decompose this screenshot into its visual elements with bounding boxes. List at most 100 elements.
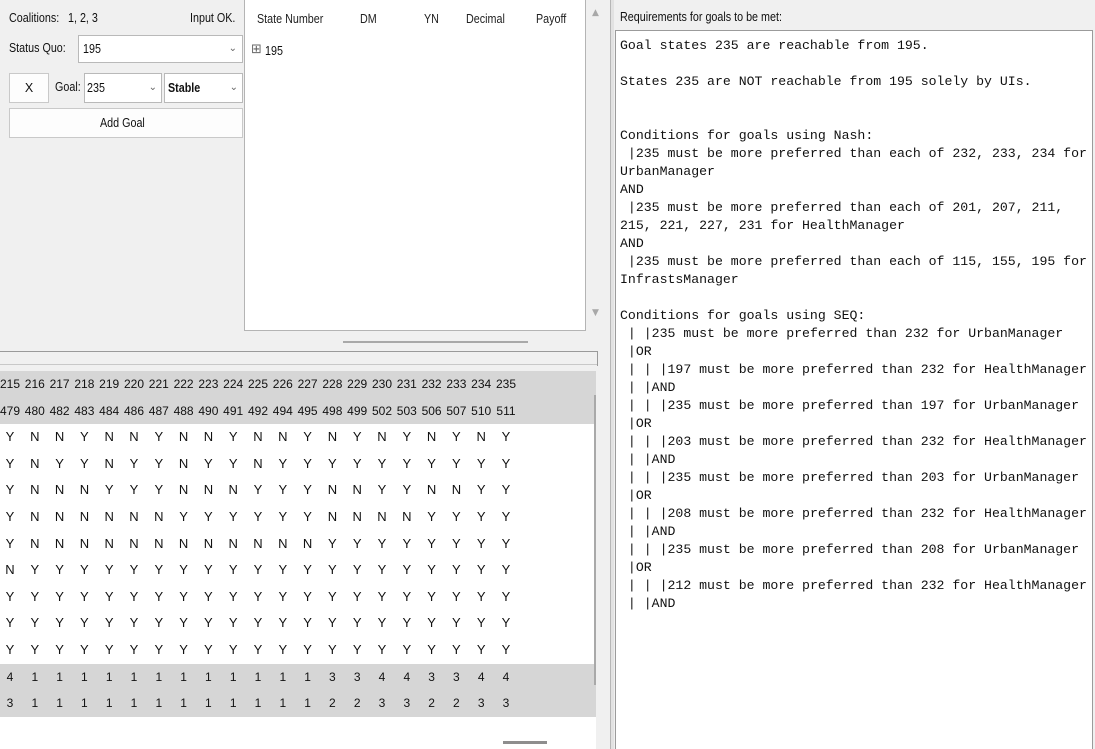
grid-cell[interactable]: Y xyxy=(122,610,146,637)
grid-cell[interactable]: 495 xyxy=(296,398,320,425)
grid-cell[interactable]: Y xyxy=(395,610,419,637)
grid-cell[interactable]: N xyxy=(196,424,220,451)
grid-cell[interactable]: 4 xyxy=(370,664,394,691)
grid-cell[interactable]: 4 xyxy=(0,664,22,691)
grid-cell[interactable]: 1 xyxy=(296,690,320,717)
grid-cell[interactable]: Y xyxy=(370,557,394,584)
grid-cell[interactable]: Y xyxy=(221,504,245,531)
grid-cell[interactable]: 494 xyxy=(271,398,295,425)
grid-cell[interactable]: N xyxy=(420,424,444,451)
grid-cell[interactable]: 511 xyxy=(494,398,518,425)
grid-cell[interactable]: Y xyxy=(345,531,369,558)
grid-cell[interactable]: Y xyxy=(122,637,146,664)
grid-cell[interactable]: N xyxy=(122,531,146,558)
grid-cell[interactable]: Y xyxy=(147,637,171,664)
column-header-decimal[interactable]: Decimal xyxy=(466,12,505,26)
grid-cell[interactable]: 3 xyxy=(320,664,344,691)
grid-cell[interactable]: Y xyxy=(271,637,295,664)
grid-cell[interactable]: Y xyxy=(48,557,72,584)
grid-cell[interactable]: Y xyxy=(172,504,196,531)
grid-cell[interactable]: N xyxy=(72,477,96,504)
grid-cell[interactable]: Y xyxy=(469,451,493,478)
grid-cell[interactable]: 1 xyxy=(147,664,171,691)
grid-cell[interactable]: N xyxy=(72,504,96,531)
grid-cell[interactable]: 1 xyxy=(23,664,47,691)
column-header-payoff[interactable]: Payoff xyxy=(536,12,566,26)
grid-cell[interactable]: Y xyxy=(469,557,493,584)
grid-cell[interactable]: Y xyxy=(395,477,419,504)
grid-cell[interactable]: 499 xyxy=(345,398,369,425)
grid-cell[interactable]: Y xyxy=(172,610,196,637)
grid-cell[interactable]: 2 xyxy=(320,690,344,717)
tree-node-195[interactable]: 195 xyxy=(265,44,283,58)
grid-cell[interactable]: 3 xyxy=(395,690,419,717)
grid-cell[interactable]: Y xyxy=(395,584,419,611)
grid-cell[interactable]: Y xyxy=(296,584,320,611)
grid-cell[interactable]: Y xyxy=(444,557,468,584)
grid-cell[interactable]: 1 xyxy=(97,664,121,691)
grid-cell[interactable]: N xyxy=(48,504,72,531)
grid-cell[interactable]: 486 xyxy=(122,398,146,425)
grid-cell[interactable]: 484 xyxy=(97,398,121,425)
grid-cell[interactable]: Y xyxy=(246,504,270,531)
grid-cell[interactable]: 4 xyxy=(395,664,419,691)
remove-goal-button[interactable]: X xyxy=(9,73,49,103)
grid-cell[interactable]: N xyxy=(97,451,121,478)
grid-cell[interactable]: Y xyxy=(296,451,320,478)
grid-cell[interactable]: N xyxy=(147,504,171,531)
grid-cell[interactable]: Y xyxy=(196,557,220,584)
grid-cell[interactable]: N xyxy=(320,504,344,531)
grid-cell[interactable]: Y xyxy=(72,584,96,611)
grid-cell[interactable]: 2 xyxy=(444,690,468,717)
grid-cell[interactable]: N xyxy=(246,531,270,558)
grid-cell[interactable]: N xyxy=(420,477,444,504)
status-quo-select[interactable]: 195 ⌄ xyxy=(78,35,243,63)
grid-cell[interactable]: 227 xyxy=(296,371,320,398)
grid-cell[interactable]: Y xyxy=(469,531,493,558)
grid-cell[interactable]: N xyxy=(23,451,47,478)
grid-cell[interactable]: Y xyxy=(420,610,444,637)
grid-cell[interactable]: Y xyxy=(494,610,518,637)
grid-cell[interactable]: Y xyxy=(370,637,394,664)
grid-cell[interactable]: Y xyxy=(48,584,72,611)
grid-cell[interactable]: Y xyxy=(420,504,444,531)
grid-cell[interactable]: Y xyxy=(494,557,518,584)
grid-cell[interactable]: Y xyxy=(196,451,220,478)
grid-cell[interactable]: Y xyxy=(370,477,394,504)
grid-cell[interactable]: Y xyxy=(395,451,419,478)
grid-cell[interactable]: N xyxy=(196,531,220,558)
grid-cell[interactable]: 230 xyxy=(370,371,394,398)
grid-cell[interactable]: N xyxy=(221,477,245,504)
grid-vertical-scrollbar[interactable] xyxy=(594,395,596,685)
grid-cell[interactable]: Y xyxy=(147,477,171,504)
grid-cell[interactable]: 1 xyxy=(221,690,245,717)
add-goal-button[interactable]: Add Goal xyxy=(9,108,243,138)
grid-cell[interactable]: N xyxy=(23,424,47,451)
tree-vertical-scrollbar[interactable]: ▲ ▼ xyxy=(586,0,606,349)
grid-cell[interactable]: N xyxy=(0,557,22,584)
grid-cell[interactable]: N xyxy=(172,477,196,504)
grid-cell[interactable]: Y xyxy=(147,610,171,637)
grid-cell[interactable]: N xyxy=(246,424,270,451)
grid-cell[interactable]: 1 xyxy=(196,664,220,691)
grid-cell[interactable]: Y xyxy=(444,451,468,478)
stability-select[interactable]: Stable ⌄ xyxy=(164,73,243,103)
grid-cell[interactable]: 1 xyxy=(196,690,220,717)
grid-cell[interactable]: Y xyxy=(345,424,369,451)
grid-cell[interactable]: N xyxy=(246,451,270,478)
grid-cell[interactable]: 506 xyxy=(420,398,444,425)
grid-cell[interactable]: N xyxy=(444,477,468,504)
grid-cell[interactable]: Y xyxy=(345,451,369,478)
grid-cell[interactable]: Y xyxy=(122,557,146,584)
grid-cell[interactable]: N xyxy=(48,477,72,504)
grid-cell[interactable]: Y xyxy=(444,531,468,558)
grid-cell[interactable]: 3 xyxy=(0,690,22,717)
grid-cell[interactable]: Y xyxy=(0,424,22,451)
grid-cell[interactable]: Y xyxy=(296,504,320,531)
grid-cell[interactable]: Y xyxy=(494,451,518,478)
grid-cell[interactable]: 482 xyxy=(48,398,72,425)
grid-cell[interactable]: 487 xyxy=(147,398,171,425)
grid-cell[interactable]: Y xyxy=(296,610,320,637)
scroll-down-icon[interactable]: ▼ xyxy=(592,308,599,318)
grid-cell[interactable]: Y xyxy=(147,584,171,611)
